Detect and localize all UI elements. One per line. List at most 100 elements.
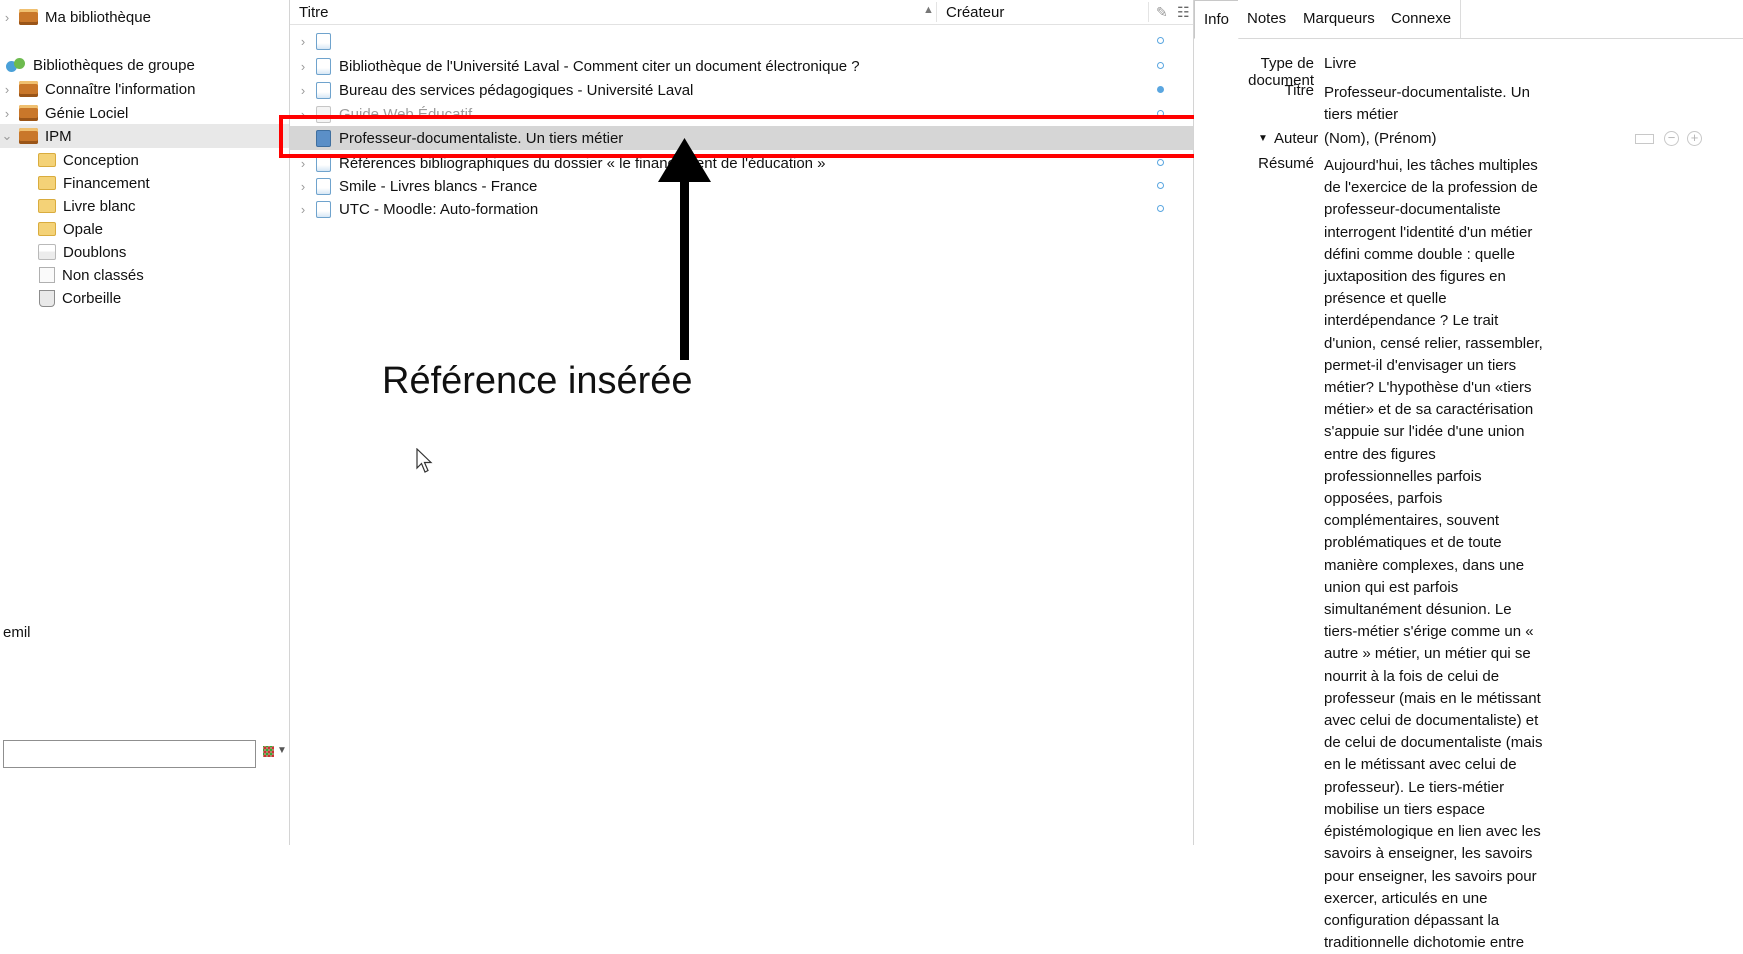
duplicates-item[interactable]: Doublons bbox=[0, 240, 289, 264]
field-label-author: Auteur bbox=[1274, 130, 1319, 147]
tag-actions-button[interactable]: ▼ bbox=[262, 744, 287, 762]
tag-filter-input[interactable] bbox=[3, 740, 256, 768]
column-separator[interactable] bbox=[1148, 2, 1149, 22]
expand-chevron-icon[interactable]: › bbox=[290, 59, 316, 74]
group-library-label: Génie Lociel bbox=[45, 104, 129, 122]
collections-pane: › Ma bibliothèque Bibliothèques de group… bbox=[0, 0, 290, 845]
status-dot-icon bbox=[1157, 37, 1164, 44]
expand-chevron-icon[interactable]: › bbox=[290, 179, 316, 194]
mouse-cursor-icon bbox=[416, 448, 433, 473]
expand-chevron-icon[interactable]: › bbox=[290, 202, 316, 217]
item-row[interactable]: › bbox=[290, 29, 1193, 53]
item-row[interactable]: › UTC - Moodle: Auto-formation bbox=[290, 197, 1193, 221]
group-library-item[interactable]: › Connaître l'information bbox=[0, 77, 289, 101]
collection-my-library[interactable]: › Ma bibliothèque bbox=[0, 5, 289, 29]
add-creator-icon[interactable]: + bbox=[1687, 131, 1702, 146]
tag-item[interactable]: emil bbox=[3, 624, 31, 641]
author-field[interactable]: (Nom), (Prénom) bbox=[1324, 130, 1437, 147]
webpage-icon bbox=[316, 200, 331, 218]
duplicates-icon bbox=[38, 244, 56, 260]
folder-icon bbox=[38, 153, 56, 167]
subcollection-item[interactable]: Opale bbox=[0, 217, 289, 241]
items-header: Titre ▲ Créateur ✎ ☷ bbox=[290, 0, 1193, 25]
webpage-icon bbox=[316, 32, 331, 50]
item-row[interactable]: › Bibliothèque de l'Université Laval - C… bbox=[290, 54, 1193, 78]
annotation-label: Référence insérée bbox=[382, 360, 693, 402]
subcollection-label: Conception bbox=[63, 151, 139, 169]
collection-label: Ma bibliothèque bbox=[45, 8, 151, 26]
attachment-column-icon[interactable]: ✎ bbox=[1156, 4, 1168, 21]
library-icon bbox=[19, 9, 38, 25]
subcollection-item[interactable]: Conception bbox=[0, 148, 289, 172]
subcollection-item[interactable]: Livre blanc bbox=[0, 194, 289, 218]
remove-creator-icon[interactable]: − bbox=[1664, 131, 1679, 146]
status-dot-icon bbox=[1157, 205, 1164, 212]
expand-chevron-icon[interactable]: › bbox=[0, 82, 14, 97]
trash-icon bbox=[39, 289, 55, 307]
status-dot-icon bbox=[1157, 110, 1164, 117]
collapse-chevron-icon[interactable]: ⌄ bbox=[0, 128, 14, 144]
library-icon bbox=[19, 105, 38, 121]
item-row[interactable]: › Guide Web Éducatif bbox=[290, 102, 1193, 126]
expand-chevron-icon[interactable]: › bbox=[290, 34, 316, 49]
group-library-item-selected[interactable]: ⌄ IPM bbox=[0, 124, 289, 148]
field-label-title: Titre bbox=[1284, 82, 1314, 99]
webpage-icon bbox=[316, 57, 331, 75]
column-picker-icon[interactable]: ☷ bbox=[1177, 4, 1190, 21]
pointer-arrow-icon bbox=[658, 138, 711, 360]
item-row[interactable]: › Références bibliographiques du dossier… bbox=[290, 151, 1193, 175]
switch-field-mode-icon[interactable] bbox=[1635, 134, 1654, 144]
expand-chevron-icon[interactable]: › bbox=[0, 106, 14, 121]
status-dot-icon bbox=[1157, 62, 1164, 69]
column-separator[interactable] bbox=[936, 2, 937, 22]
group-libraries-label: Bibliothèques de groupe bbox=[33, 56, 195, 74]
creator-toggle-icon[interactable]: ▼ bbox=[1258, 133, 1268, 144]
book-icon bbox=[316, 129, 331, 147]
folder-icon bbox=[38, 199, 56, 213]
group-library-item[interactable]: › Génie Lociel bbox=[0, 101, 289, 125]
items-pane: Titre ▲ Créateur ✎ ☷ › › Bibliothèque de… bbox=[290, 0, 1194, 845]
webpage-icon bbox=[316, 177, 331, 195]
tab-info[interactable]: Info bbox=[1194, 0, 1240, 39]
webpage-icon bbox=[316, 81, 331, 99]
status-dot-icon bbox=[1157, 182, 1164, 189]
item-title: Bureau des services pédagogiques - Unive… bbox=[339, 81, 694, 99]
group-library-label: IPM bbox=[45, 127, 72, 145]
unfiled-item[interactable]: Non classés bbox=[0, 263, 289, 287]
item-title: Professeur-documentaliste. Un tiers méti… bbox=[339, 129, 624, 147]
item-tabs: Info Notes Marqueurs Connexe bbox=[1194, 0, 1743, 39]
folder-icon bbox=[38, 176, 56, 190]
subcollection-item[interactable]: Financement bbox=[0, 171, 289, 195]
item-type-select[interactable]: Livre bbox=[1324, 55, 1357, 72]
item-pane: Info Notes Marqueurs Connexe Type de doc… bbox=[1194, 0, 1743, 951]
unfiled-label: Non classés bbox=[62, 266, 144, 284]
tab-related[interactable]: Connexe bbox=[1382, 0, 1462, 38]
expand-chevron-icon[interactable]: › bbox=[290, 107, 316, 122]
tag-grid-icon bbox=[263, 746, 274, 757]
tab-tags[interactable]: Marqueurs bbox=[1294, 0, 1385, 38]
expand-chevron-icon[interactable]: › bbox=[290, 83, 316, 98]
abstract-field[interactable]: Aujourd'hui, les tâches multiples de l'e… bbox=[1324, 155, 1546, 954]
column-header-title[interactable]: Titre bbox=[299, 4, 328, 21]
subcollection-label: Financement bbox=[63, 174, 150, 192]
trash-item[interactable]: Corbeille bbox=[0, 286, 289, 310]
item-row[interactable]: › Bureau des services pédagogiques - Uni… bbox=[290, 78, 1193, 102]
sort-ascending-icon: ▲ bbox=[923, 4, 934, 16]
item-row[interactable]: › Smile - Livres blancs - France bbox=[290, 174, 1193, 198]
group-icon bbox=[6, 57, 26, 73]
expand-chevron-icon[interactable]: › bbox=[0, 10, 14, 25]
title-field[interactable]: Professeur-documentaliste. Un tiers méti… bbox=[1324, 82, 1546, 126]
unfiled-icon bbox=[39, 267, 55, 283]
item-row-selected[interactable]: Professeur-documentaliste. Un tiers méti… bbox=[290, 126, 1193, 150]
status-dot-icon bbox=[1157, 159, 1164, 166]
tab-notes[interactable]: Notes bbox=[1238, 0, 1297, 38]
dropdown-arrow-icon: ▼ bbox=[277, 745, 287, 756]
library-icon bbox=[19, 128, 38, 144]
column-header-creator[interactable]: Créateur bbox=[946, 4, 1004, 21]
duplicates-label: Doublons bbox=[63, 243, 127, 261]
item-title: UTC - Moodle: Auto-formation bbox=[339, 200, 539, 218]
group-libraries-header: Bibliothèques de groupe bbox=[0, 53, 289, 77]
expand-chevron-icon[interactable]: › bbox=[290, 156, 316, 171]
item-title: Guide Web Éducatif bbox=[339, 105, 473, 123]
trash-label: Corbeille bbox=[62, 289, 122, 307]
